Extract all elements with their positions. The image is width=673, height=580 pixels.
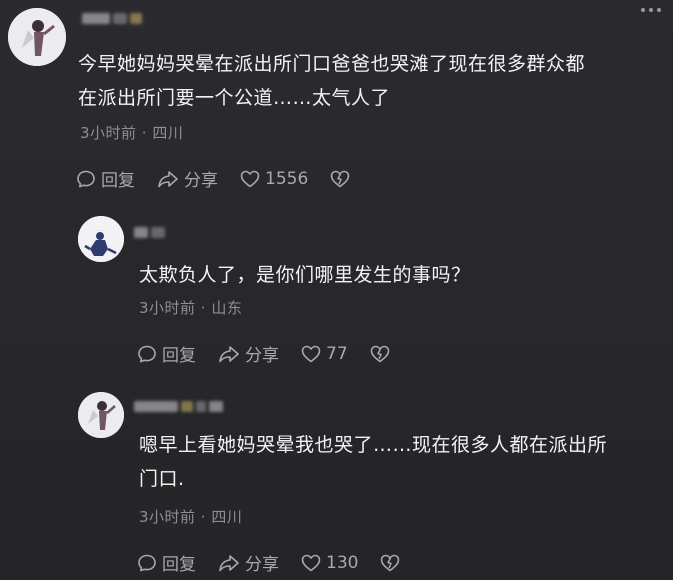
reply-icon [77, 170, 95, 187]
comment-text: 太欺负人了，是你们哪里发生的事吗？ [139, 264, 471, 286]
comment-meta: 3小时前 · 山东 [139, 299, 243, 317]
dislike-icon [330, 170, 350, 187]
share-button[interactable]: 分享 [218, 550, 279, 575]
comment-text: 今早她妈妈哭晕在派出所门口爸爸也哭滩了现在很多群众都 在派出所门要一个公道……太… [78, 53, 586, 109]
avatar[interactable] [78, 392, 124, 438]
like-icon [301, 345, 321, 362]
comment-2: . . . . 太欺负人了，是你们哪里发生的事吗？ 3小时前 · 山东 回复 分… [0, 200, 673, 380]
reply-button[interactable]: 回复 [137, 341, 196, 366]
dislike-button[interactable] [370, 345, 390, 363]
like-button[interactable]: 77 [301, 344, 348, 364]
dislike-button[interactable] [380, 554, 400, 572]
username-blurred[interactable] [134, 224, 165, 240]
avatar[interactable] [8, 8, 66, 66]
share-icon [219, 554, 239, 571]
avatar-image [78, 392, 124, 438]
avatar-image: . . . . [78, 216, 124, 262]
like-count: 130 [326, 552, 359, 573]
reply-label: 回复 [162, 555, 196, 575]
comment-actions: 回复 分享 1556 [76, 166, 372, 191]
dislike-icon [370, 345, 389, 362]
reply-icon [138, 345, 156, 362]
comment-meta: 3小时前 · 四川 [80, 124, 184, 142]
comment-3: 嗯早上看她妈哭晕我也哭了……现在很多人都在派出所 门口. 3小时前 · 四川 回… [0, 380, 673, 580]
share-label: 分享 [184, 171, 218, 191]
comment-1: 今早她妈妈哭晕在派出所门口爸爸也哭滩了现在很多群众都 在派出所门要一个公道……太… [0, 0, 673, 200]
share-icon [158, 170, 178, 187]
avatar-image [8, 8, 66, 66]
like-button[interactable]: 1556 [240, 169, 308, 189]
reply-button[interactable]: 回复 [76, 166, 135, 191]
reply-button[interactable]: 回复 [137, 550, 196, 575]
share-icon [219, 345, 239, 362]
reply-label: 回复 [162, 346, 196, 366]
share-button[interactable]: 分享 [218, 341, 279, 366]
dislike-icon [381, 554, 400, 571]
like-icon [301, 554, 321, 571]
comment-actions: 回复 分享 130 [137, 550, 422, 575]
like-count: 1556 [265, 168, 309, 189]
comment-text: 嗯早上看她妈哭晕我也哭了……现在很多人都在派出所 门口. [139, 434, 608, 490]
username-blurred[interactable] [82, 10, 142, 26]
like-count: 77 [326, 343, 348, 364]
share-label: 分享 [245, 555, 279, 575]
avatar[interactable]: . . . . [78, 216, 124, 262]
reply-icon [138, 554, 156, 571]
share-label: 分享 [245, 346, 279, 366]
svg-text:. . . .: . . . . [97, 227, 106, 232]
reply-label: 回复 [101, 171, 135, 191]
share-button[interactable]: 分享 [157, 166, 218, 191]
like-icon [240, 170, 260, 187]
dislike-button[interactable] [330, 170, 350, 188]
comment-meta: 3小时前 · 四川 [139, 508, 243, 526]
like-button[interactable]: 130 [301, 553, 358, 573]
comment-actions: 回复 分享 77 [137, 341, 412, 366]
username-blurred[interactable] [134, 398, 223, 414]
